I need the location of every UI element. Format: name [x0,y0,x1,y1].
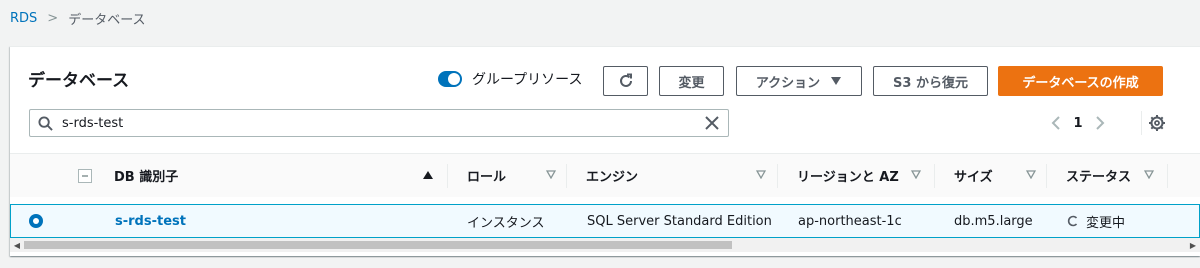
column-header-status[interactable]: ステータス [1066,154,1166,197]
next-page-button[interactable] [1090,113,1110,133]
chevron-right-icon [1096,116,1105,130]
column-header-role[interactable]: ロール [467,154,566,197]
column-header-size[interactable]: サイズ [954,154,1046,197]
breadcrumb-current: データベース [68,12,146,28]
scroll-left-arrow[interactable]: ◀ [10,238,24,252]
search-field [29,109,729,137]
cell-size: db.m5.large [954,213,1033,229]
status-text: 変更中 [1086,215,1126,231]
pagination: 1 [1046,113,1110,133]
refresh-button[interactable] [603,66,648,96]
column-label: エンジン [586,170,639,185]
search-input[interactable] [62,115,682,131]
column-divider [1167,164,1168,188]
table-row[interactable]: s-rds-test インスタンス SQL Server Standard Ed… [10,204,1200,238]
select-all-checkbox[interactable] [78,154,94,197]
caret-down-icon [831,77,842,85]
column-header-region-az[interactable]: リージョンと AZ [797,154,935,197]
databases-panel: データベース グループリソース 変更 アクション S3 から復元 データベースの… [10,46,1200,256]
group-resources-toggle[interactable] [438,71,462,87]
prev-page-button[interactable] [1046,113,1066,133]
cell-db-identifier: s-rds-test [115,205,186,237]
sort-icon [1026,170,1036,179]
checkbox-indeterminate-icon [78,168,92,183]
sort-ascending-icon [423,171,433,179]
refresh-icon [619,73,632,87]
cell-status: 変更中 [1067,205,1125,237]
column-label: DB 識別子 [114,170,179,185]
restore-from-s3-button[interactable]: S3 から復元 [873,66,988,96]
column-divider [447,164,448,188]
column-header-db-identifier[interactable]: DB 識別子 [114,154,444,197]
page-title: データベース [28,71,130,91]
page-number[interactable]: 1 [1066,116,1090,131]
row-select-radio[interactable] [29,214,43,228]
column-label: ステータス [1066,170,1132,185]
sort-icon [546,170,556,179]
column-divider [934,164,935,188]
actions-button[interactable]: アクション [736,66,862,96]
scroll-right-arrow[interactable]: ▶ [1186,238,1200,252]
column-divider [777,164,778,188]
column-label: サイズ [954,170,993,185]
cell-engine: SQL Server Standard Edition [587,213,772,229]
cell-role: インスタンス [467,215,545,231]
chevron-left-icon [1051,116,1060,130]
breadcrumb-link-rds[interactable]: RDS [10,11,37,26]
scrollbar-thumb[interactable] [24,241,732,249]
row-select-radio-cell [29,205,43,237]
column-header-engine[interactable]: エンジン [586,154,776,197]
search-icon [38,115,54,131]
modify-button[interactable]: 変更 [659,66,724,96]
column-divider [1046,164,1047,188]
column-divider [566,164,567,188]
sort-icon [911,170,921,179]
in-progress-icon [1067,215,1078,227]
cell-region-az: ap-northeast-1c [798,213,902,229]
group-resources-label: グループリソース [472,72,583,88]
pager-divider [1141,111,1142,135]
db-identifier-link[interactable]: s-rds-test [115,214,186,229]
column-label: ロール [467,170,507,185]
sort-icon [756,170,766,179]
create-database-button[interactable]: データベースの作成 [998,66,1163,96]
actions-label: アクション [755,75,821,91]
gear-icon[interactable] [1148,114,1166,132]
toggle-knob [448,73,460,85]
column-label: リージョンと AZ [797,170,899,185]
sort-icon [1144,170,1154,179]
breadcrumb-separator: > [47,10,59,26]
horizontal-scrollbar[interactable]: ◀ ▶ [10,238,1200,252]
clear-icon[interactable] [704,115,720,131]
breadcrumb: RDS > データベース [10,8,146,28]
group-resources-toggle-wrap: グループリソース [438,69,582,89]
table-header: DB 識別子 ロール エンジン リージョンと AZ サイズ ステータス [10,153,1200,197]
